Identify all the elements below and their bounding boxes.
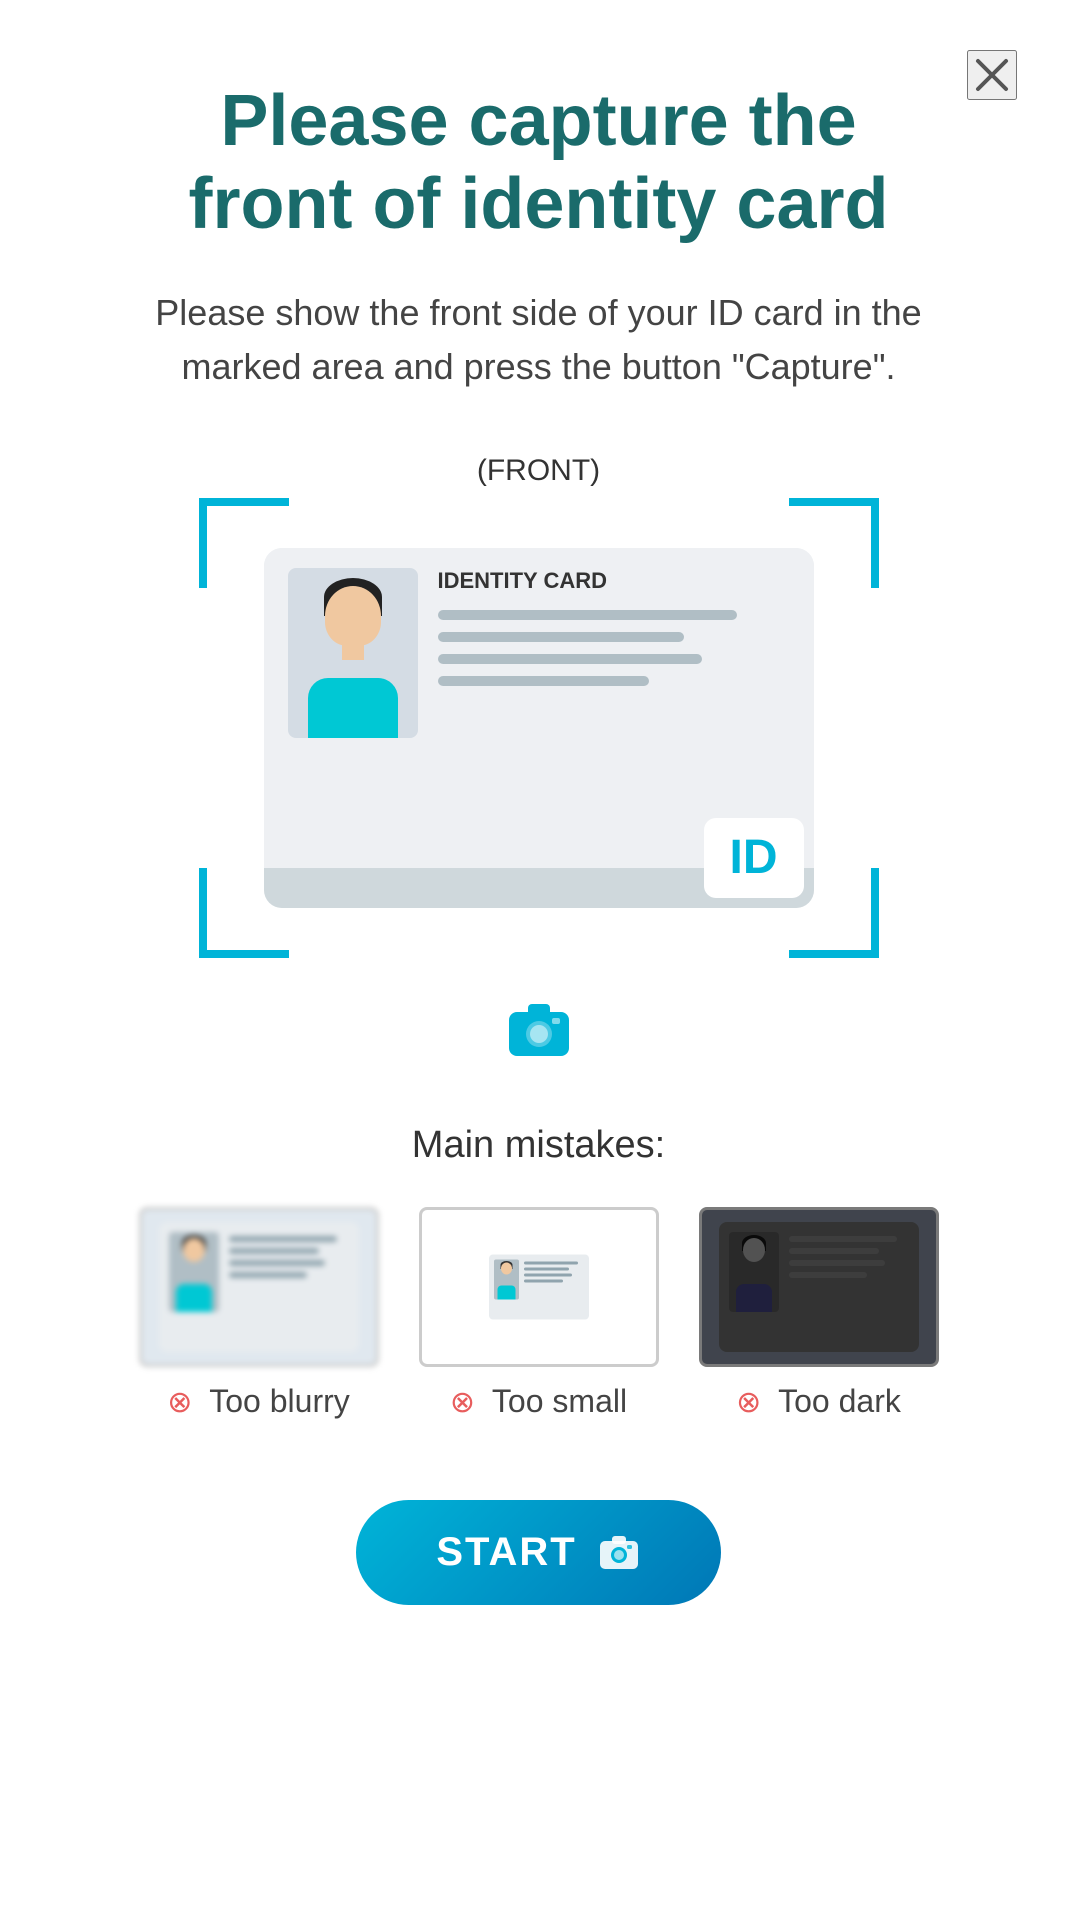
mistakes-grid: ⊗ Too blurry [139,1207,939,1420]
mistakes-section: Main mistakes: [89,1124,989,1460]
mini-id-blurry [159,1222,359,1352]
mistake-text-blurry: Too blurry [209,1383,350,1420]
mini-photo-small [494,1259,519,1299]
scan-area: (FRONT) [199,454,879,958]
mini-id-small [489,1254,589,1319]
id-line-3 [438,654,702,664]
mistake-label-dark: ⊗ Too dark [736,1383,901,1420]
id-card-illustration: IDENTITY CARD ID [264,548,814,908]
id-card-info: IDENTITY CARD [438,568,790,848]
mistake-item-small: ⊗ Too small [419,1207,659,1420]
id-line-1 [438,610,737,620]
avatar-neck [342,640,364,660]
mini-photo-dark [729,1232,779,1312]
close-icon [972,55,1012,95]
avatar-body [308,678,398,738]
mistake-image-blurry [139,1207,379,1367]
mistake-item-dark: ⊗ Too dark [699,1207,939,1420]
scan-label: (FRONT) [199,454,879,488]
error-icon-dark: ⊗ [736,1385,768,1417]
camera-capture-area [504,994,574,1064]
close-button[interactable] [967,50,1017,100]
avatar [288,568,418,738]
mistake-label-blurry: ⊗ Too blurry [167,1383,350,1420]
id-line-2 [438,632,684,642]
id-badge-text: ID [730,830,778,885]
page-title: Please capture the front of identity car… [189,80,889,246]
page-container: Please capture the front of identity car… [0,0,1077,1907]
mini-info-dark [789,1232,909,1342]
id-frame: IDENTITY CARD ID [199,498,879,958]
camera-icon [504,994,574,1064]
id-card-title: IDENTITY CARD [438,568,790,594]
id-line-4 [438,676,649,686]
mistake-item-blurry: ⊗ Too blurry [139,1207,379,1420]
start-button-label: START [436,1530,576,1575]
mini-id-dark [719,1222,919,1352]
subtitle-text: Please show the front side of your ID ca… [149,286,929,394]
mistakes-title: Main mistakes: [412,1124,665,1167]
start-button[interactable]: START [356,1500,720,1605]
mini-photo-blurry [169,1232,219,1312]
id-card-photo [288,568,418,738]
mistake-label-small: ⊗ Too small [450,1383,627,1420]
mistake-image-small [419,1207,659,1367]
error-icon-small: ⊗ [450,1385,482,1417]
mistake-image-dark [699,1207,939,1367]
error-icon-blurry: ⊗ [167,1385,199,1417]
mistake-text-small: Too small [492,1383,627,1420]
avatar-head [325,586,381,646]
id-badge: ID [704,818,804,898]
mini-info-small [524,1259,584,1314]
mini-info-blurry [229,1232,349,1342]
mistake-text-dark: Too dark [778,1383,901,1420]
start-camera-icon [597,1530,641,1574]
